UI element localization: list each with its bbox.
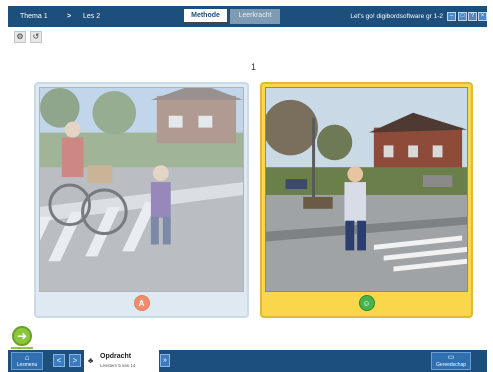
task-subtitle: Lesstem 5 van 14: [100, 363, 136, 368]
help-icon[interactable]: ?: [468, 12, 477, 21]
undo-icon[interactable]: ↺: [30, 31, 42, 43]
app-title: Let's go! digibordsoftware gr 1-2: [350, 13, 443, 20]
answer-card-a[interactable]: A: [34, 82, 249, 318]
breadcrumb-lesson[interactable]: Les 2: [83, 13, 100, 20]
expand-button[interactable]: »: [160, 354, 170, 367]
home-icon: ⌂: [24, 353, 30, 362]
minimize-icon[interactable]: –: [447, 12, 456, 21]
card-b-footer: ☺: [262, 290, 471, 316]
bottom-bar: ⌂ Lesmenu < > ♣ Opdracht Lesstem 5 van 1…: [8, 350, 487, 372]
tab-methode[interactable]: Methode: [184, 9, 227, 24]
answer-a-button[interactable]: A: [133, 295, 150, 311]
maximize-icon[interactable]: □: [458, 12, 467, 21]
tools-label: Gereedschap: [435, 362, 467, 368]
close-icon[interactable]: ×: [478, 12, 487, 21]
photo-man-at-crossing: [265, 87, 468, 292]
task-panel: ♣ Opdracht Lesstem 5 van 14: [84, 350, 159, 372]
answer-card-b[interactable]: ☺: [260, 82, 473, 318]
next-button[interactable]: ➜: [12, 326, 32, 346]
task-title: Opdracht: [100, 353, 132, 360]
lesmenu-label: Lesmenu: [16, 362, 38, 368]
top-bar: Thema 1 > Les 2 Methode Leerkracht Let's…: [8, 6, 487, 27]
breadcrumb-separator-icon: >: [67, 13, 72, 20]
lesmenu-button[interactable]: ⌂ Lesmenu: [11, 352, 43, 370]
previous-button[interactable]: <: [53, 354, 65, 367]
page-number: 1: [251, 62, 257, 72]
tools-button[interactable]: ▭ Gereedschap: [431, 352, 471, 370]
breadcrumb-theme[interactable]: Thema 1: [20, 13, 48, 20]
card-a-footer: A: [36, 290, 247, 316]
smiley-icon[interactable]: ☺: [358, 295, 375, 311]
next-button-underline: [11, 347, 33, 349]
photo-children-crossing: [39, 87, 244, 292]
task-icon: ♣: [88, 356, 94, 365]
toolbox-icon: ▭: [447, 354, 455, 361]
tab-leerkracht[interactable]: Leerkracht: [230, 9, 280, 24]
app-window: Thema 1 > Les 2 Methode Leerkracht Let's…: [0, 0, 493, 372]
gear-icon[interactable]: ⚙: [14, 31, 26, 43]
next-page-button[interactable]: >: [69, 354, 81, 367]
